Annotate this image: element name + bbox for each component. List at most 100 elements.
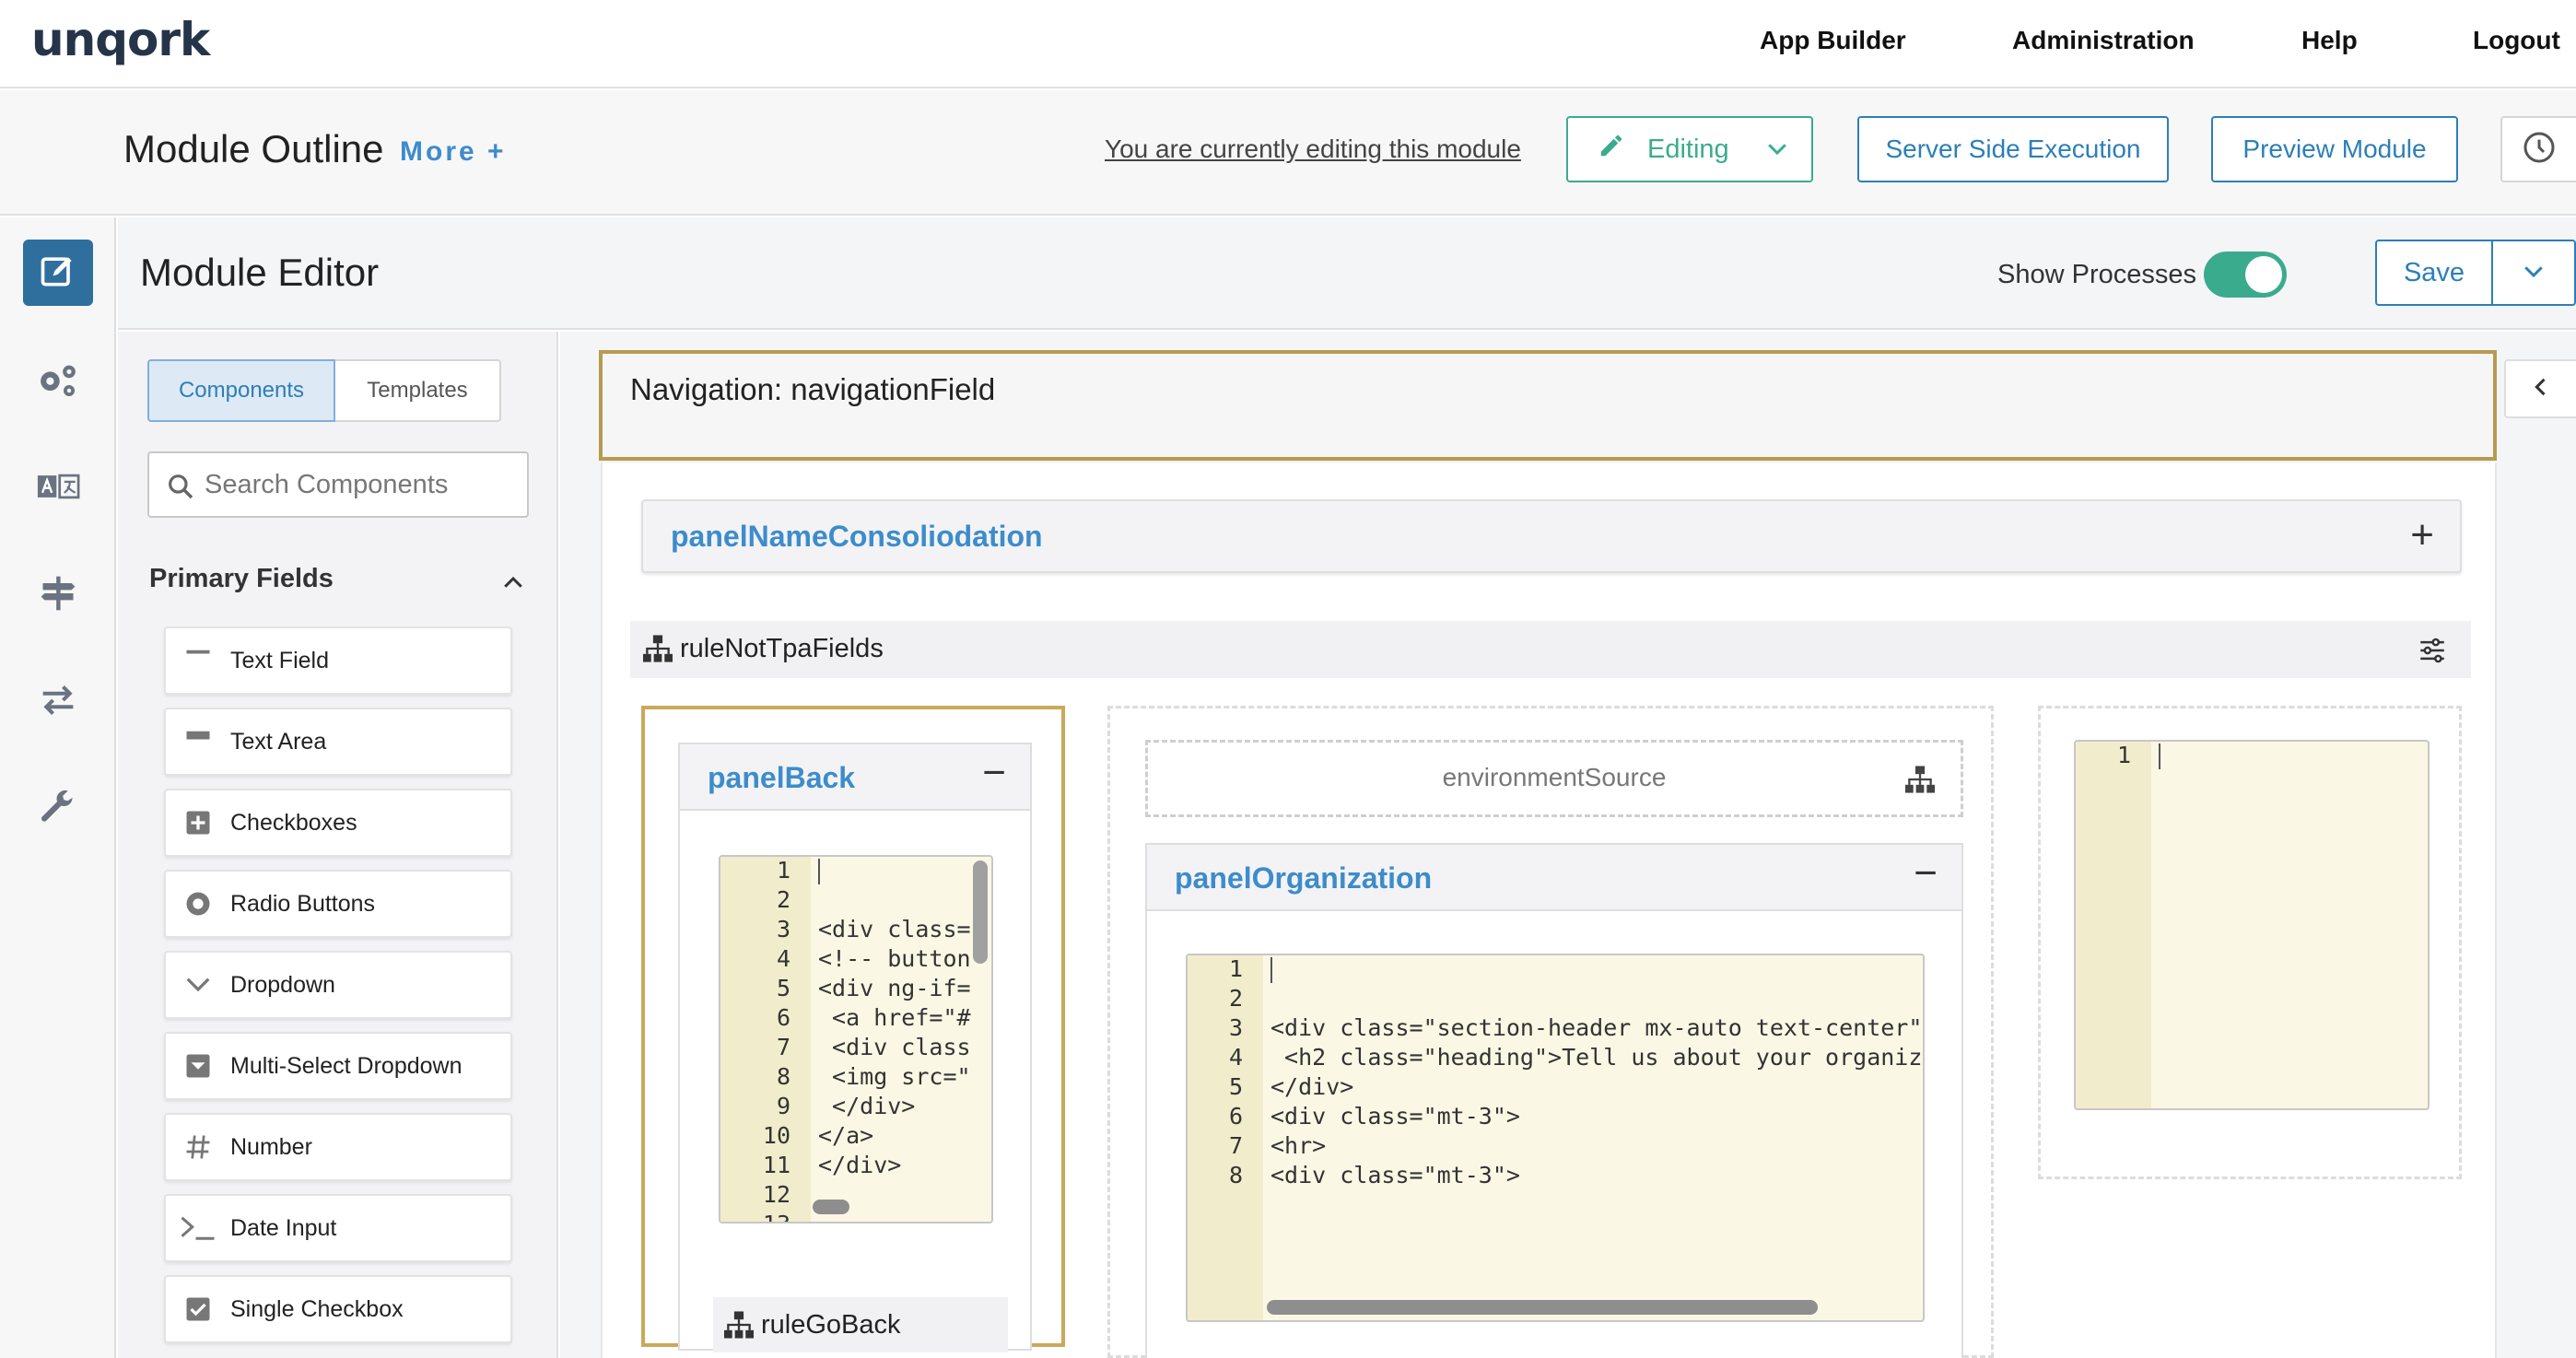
component-palette: Components Templates Primary Fields Text… <box>118 332 558 1358</box>
panel-back[interactable]: panelBack − 1 2 3 <div class= 4 <!-- button 5 <… <box>678 743 1032 1352</box>
collapse-sidebar-button[interactable] <box>2504 359 2576 418</box>
code-line: <div class="section-header mx-auto text-… <box>1270 1014 1925 1041</box>
rail-data-transfer[interactable] <box>23 669 93 735</box>
component-date-input[interactable]: Date Input <box>164 1194 512 1262</box>
unqork-logo[interactable]: unqork <box>31 13 210 66</box>
rail-tools[interactable] <box>23 776 93 842</box>
top-nav: unqork App Builder Administration Help L… <box>0 0 2576 88</box>
line-number: 3 <box>776 916 790 942</box>
component-checkboxes[interactable]: Checkboxes <box>164 789 512 857</box>
rule-go-back[interactable]: ruleGoBack <box>713 1297 1008 1352</box>
line-number: 10 <box>762 1122 790 1149</box>
code-line: <div class <box>818 1034 971 1060</box>
search-components-input[interactable] <box>205 466 518 503</box>
rail-module-editor[interactable] <box>23 240 93 306</box>
code-line: <!-- button <box>818 945 971 972</box>
panel-title: panelNameConsoliodation <box>671 520 1043 553</box>
panel-title: panelOrganization <box>1175 861 1433 895</box>
collapse-minus-icon[interactable]: − <box>1914 850 1938 896</box>
component-text-field[interactable]: Text Field <box>164 626 512 695</box>
horizontal-scrollbar[interactable] <box>1267 1300 1818 1315</box>
line-number: 8 <box>776 1063 790 1090</box>
component-label: Single Checkbox <box>230 1295 404 1322</box>
vertical-scrollbar[interactable] <box>973 860 988 964</box>
line-number: 2 <box>776 886 790 913</box>
search-box <box>147 451 529 518</box>
rail-settings[interactable] <box>23 348 93 415</box>
navigation-component[interactable]: Navigation: navigationField <box>599 350 2497 461</box>
code-gutter <box>2076 742 2151 1108</box>
line-number: 7 <box>776 1034 790 1060</box>
component-radio-buttons[interactable]: Radio Buttons <box>164 870 512 938</box>
chevron-down-icon <box>1763 135 1791 170</box>
text-area-icon <box>166 728 230 755</box>
line-number: 7 <box>1228 1132 1243 1159</box>
save-options-dropdown[interactable] <box>2491 240 2576 306</box>
column-middle[interactable]: environmentSource panelOrganization − 1 2… <box>1107 706 1994 1358</box>
code-line: </div> <box>818 1093 916 1119</box>
component-multi-select-dropdown[interactable]: Multi-Select Dropdown <box>164 1032 512 1100</box>
expand-plus-icon[interactable]: + <box>2410 512 2434 558</box>
history-button[interactable] <box>2500 116 2576 182</box>
dropdown-icon <box>166 971 230 999</box>
decision-tree-icon <box>722 1310 755 1344</box>
server-side-execution-button[interactable]: Server Side Execution <box>1857 116 2169 182</box>
code-line: <img src=" <box>818 1063 971 1090</box>
toggle-knob <box>2245 256 2282 293</box>
component-text-area[interactable]: Text Area <box>164 708 512 776</box>
pencil-icon <box>1598 132 1625 167</box>
rail-translations[interactable] <box>23 455 93 521</box>
code-line: </div> <box>818 1152 902 1178</box>
more-link[interactable]: More + <box>400 136 507 168</box>
panel-organization[interactable]: panelOrganization − 1 2 3 <div class="secti… <box>1145 843 1963 1358</box>
line-number: 12 <box>762 1181 790 1208</box>
text-cursor <box>1270 957 1272 983</box>
rule-label: ruleNotTpaFields <box>680 634 884 663</box>
column-selected[interactable]: panelBack − 1 2 3 <div class= 4 <!-- button 5 <… <box>641 706 1065 1352</box>
component-number[interactable]: Number <box>164 1113 512 1181</box>
multi-select-icon <box>166 1052 230 1080</box>
nav-app-builder[interactable]: App Builder <box>1760 26 1906 55</box>
component-label: Text Field <box>230 647 329 673</box>
html-code-editor[interactable]: 1 <box>2074 740 2430 1110</box>
html-code-editor[interactable]: 1 2 3 <div class="section-header mx-auto te… <box>1186 954 1925 1322</box>
rule-not-tpa-fields[interactable]: ruleNotTpaFields <box>630 621 2471 678</box>
tab-components[interactable]: Components <box>147 359 335 422</box>
settings-sliders-icon[interactable] <box>2418 638 2447 668</box>
panel-title: panelBack <box>708 761 856 794</box>
decision-tree-icon <box>1903 765 1937 799</box>
line-number: 2 <box>1228 985 1243 1012</box>
component-single-checkbox[interactable]: Single Checkbox <box>164 1275 512 1343</box>
nav-logout[interactable]: Logout <box>2473 26 2560 55</box>
line-number: 4 <box>776 945 790 972</box>
line-number: 6 <box>1228 1103 1243 1130</box>
code-line: <h2 class="heading">Tell us about your o… <box>1270 1044 1925 1071</box>
column-right[interactable]: 1 <box>2038 706 2462 1179</box>
editing-dropdown-button[interactable]: Editing <box>1566 116 1813 182</box>
text-cursor <box>2159 743 2160 769</box>
primary-fields-header[interactable]: Primary Fields <box>149 564 527 601</box>
horizontal-scrollbar[interactable] <box>813 1200 849 1214</box>
navigation-label: Navigation: navigationField <box>630 372 996 406</box>
panel-organization-header: panelOrganization − <box>1147 845 1961 911</box>
component-label: Multi-Select Dropdown <box>230 1052 463 1079</box>
line-number: 5 <box>1228 1073 1243 1100</box>
show-processes-toggle[interactable] <box>2204 252 2287 298</box>
save-button[interactable]: Save <box>2375 240 2493 306</box>
collapse-minus-icon[interactable]: − <box>982 750 1006 796</box>
wrench-icon <box>38 787 78 832</box>
module-outline-title: Module Outline <box>123 127 384 170</box>
nav-help[interactable]: Help <box>2301 26 2358 55</box>
environment-source[interactable]: environmentSource <box>1145 740 1963 817</box>
nav-administration[interactable]: Administration <box>2012 26 2195 55</box>
editing-label: Editing <box>1647 134 1729 164</box>
component-dropdown[interactable]: Dropdown <box>164 951 512 1019</box>
tab-templates[interactable]: Templates <box>335 359 501 422</box>
rail-signposts[interactable] <box>23 562 93 628</box>
search-icon <box>166 472 195 506</box>
html-code-editor[interactable]: 1 2 3 <div class= 4 <!-- button 5 <div ng-if= 6 … <box>719 855 993 1223</box>
panel-name-consolidation[interactable]: panelNameConsoliodation + <box>641 499 2462 573</box>
line-number: 8 <box>1228 1162 1243 1188</box>
preview-module-button[interactable]: Preview Module <box>2211 116 2458 182</box>
editing-note-link[interactable]: You are currently editing this module <box>1105 135 1521 164</box>
